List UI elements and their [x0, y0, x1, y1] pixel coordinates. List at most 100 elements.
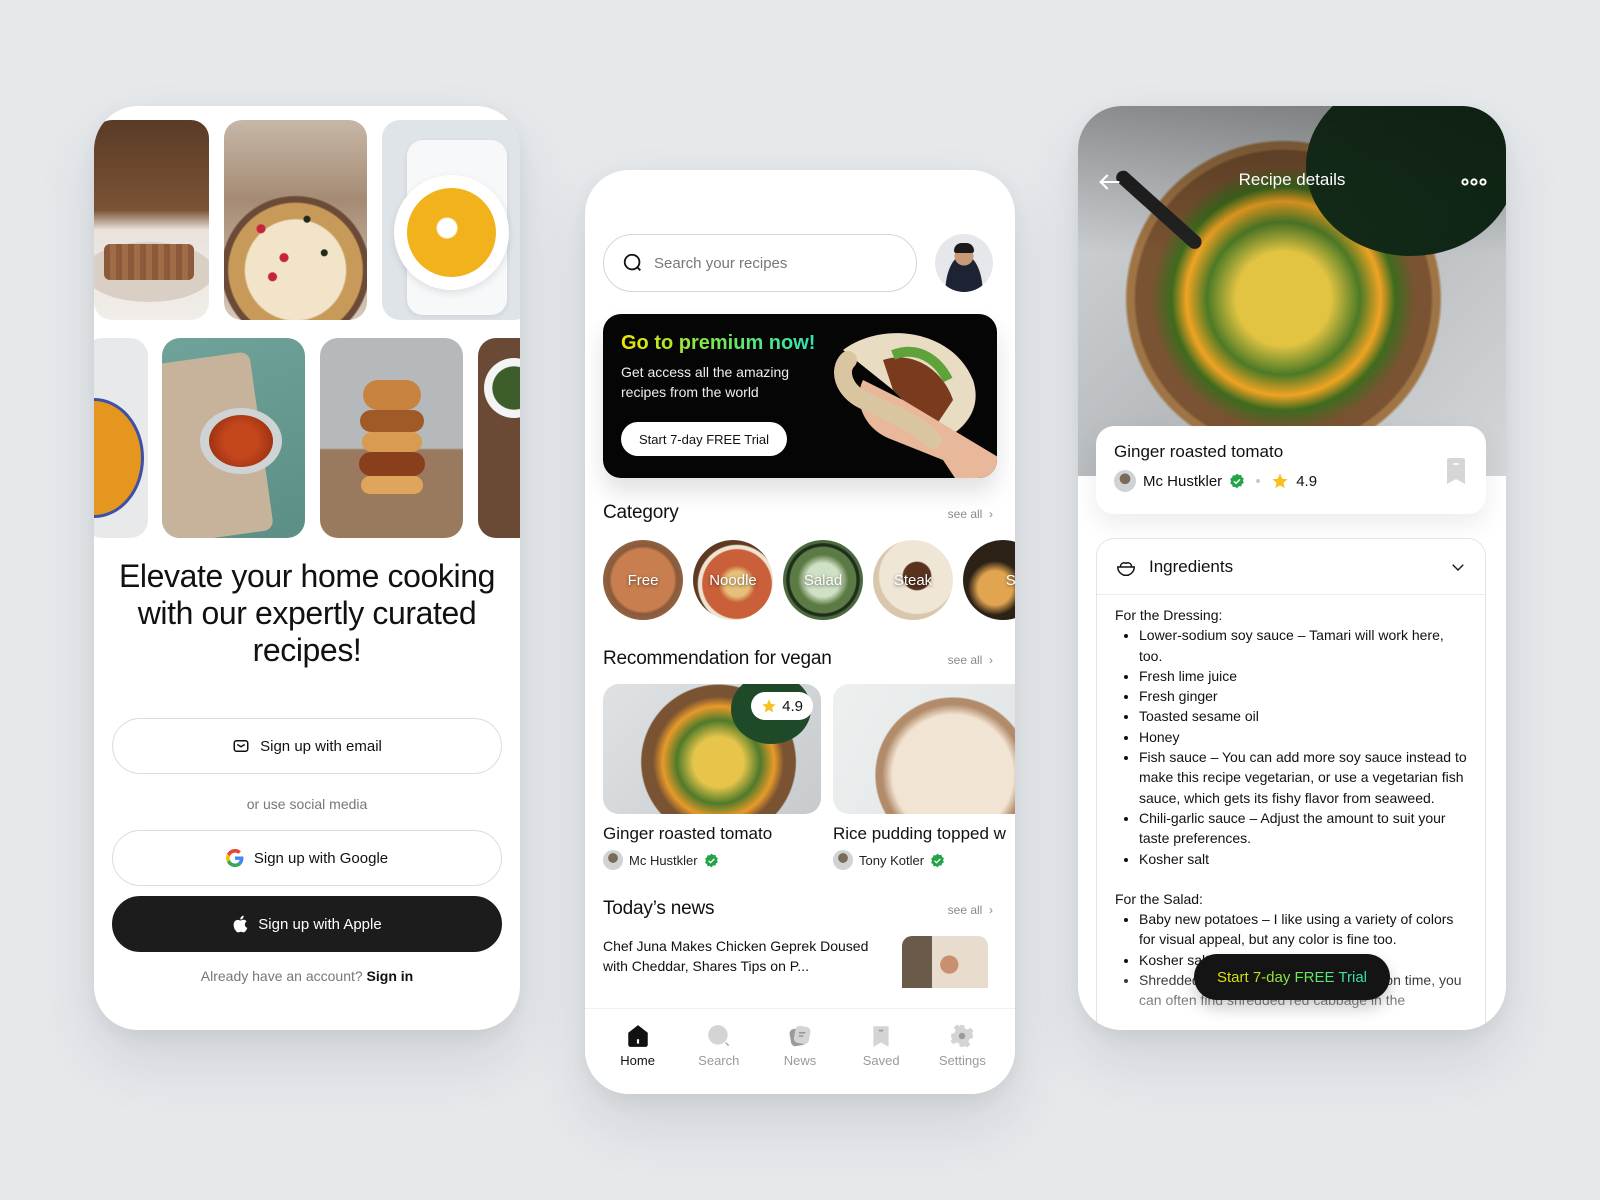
start-trial-floating-button[interactable]: Start 7-day FREE Trial: [1194, 954, 1390, 1000]
chevron-down-icon: [1452, 563, 1464, 571]
ingredient-item: Fresh lime juice: [1139, 666, 1467, 686]
recipe-card[interactable]: Rice pudding topped w Tony Kotler: [833, 684, 1015, 870]
search-icon: [623, 253, 641, 271]
ingredient-item: Fresh ginger: [1139, 686, 1467, 706]
salad-title: For the Salad:: [1115, 890, 1203, 907]
tab-settings[interactable]: Settings: [926, 1009, 998, 1094]
search-bar[interactable]: [603, 234, 917, 292]
recommendation-see-all[interactable]: see all ›: [948, 653, 993, 667]
news-icon: [789, 1025, 811, 1047]
search-input[interactable]: [654, 254, 874, 272]
tab-news[interactable]: News: [764, 1009, 836, 1094]
ingredient-item: Lower-sodium soy sauce – Tamari will wor…: [1139, 625, 1467, 666]
verified-icon: [1230, 473, 1244, 489]
nav-title: Recipe details: [1238, 170, 1346, 189]
ingredient-item: Toasted sesame oil: [1139, 706, 1467, 726]
recipe-details-screen: Recipe details Ginger roasted tomato Mc …: [1078, 106, 1506, 1030]
start-trial-button[interactable]: Start 7-day FREE Trial: [621, 422, 788, 456]
recipe-image: 4.9: [603, 684, 821, 814]
search-icon: [707, 1025, 730, 1047]
dressing-list: Lower-sodium soy sauce – Tamari will wor…: [1115, 625, 1467, 869]
signup-google-button[interactable]: Sign up with Google: [112, 830, 502, 886]
category-item[interactable]: Steak: [873, 540, 953, 620]
ingredient-item: Baby new potatoes – I like using a varie…: [1139, 909, 1467, 950]
promo-subtitle: Get access all the amazing recipes from …: [621, 364, 790, 400]
apple-icon: [233, 915, 248, 933]
gallery-image-waffles: [94, 120, 209, 320]
category-item[interactable]: Ste: [963, 540, 1015, 620]
gallery-image-salad: [478, 338, 520, 538]
verified-icon: [704, 853, 718, 867]
recommendation-title: Recommendation for vegan: [603, 648, 832, 669]
account-prompt: Already have an account?: [200, 968, 363, 984]
tab-saved[interactable]: Saved: [845, 1009, 917, 1094]
gallery-image-burger: [320, 338, 463, 538]
category-item[interactable]: Salad: [783, 540, 863, 620]
ingredient-item: Fish sauce – You can add more soy sauce …: [1139, 747, 1467, 808]
ingredients-label: Ingredients: [1149, 556, 1234, 576]
news-thumbnail[interactable]: [902, 936, 988, 988]
taco-image: [834, 333, 997, 478]
recipe-author: Mc Hustkler: [603, 850, 821, 870]
category-title: Category: [603, 502, 679, 523]
author-avatar: [603, 850, 623, 870]
ingredients-header[interactable]: Ingredients: [1097, 539, 1485, 595]
home-screen: Go to premium now! Get access all the am…: [585, 170, 1015, 1094]
author-name[interactable]: Mc Hustkler: [1143, 473, 1222, 490]
recipe-meta: Mc Hustkler 4.9: [1114, 470, 1468, 492]
rating-value: 4.9: [1296, 472, 1318, 490]
recipe-title: Ginger roasted tomato: [603, 824, 773, 843]
signup-apple-button[interactable]: Sign up with Apple: [112, 896, 502, 952]
gear-icon: [950, 1024, 974, 1048]
ingredient-item: Honey: [1139, 727, 1467, 747]
profile-avatar[interactable]: [935, 234, 993, 292]
category-see-all[interactable]: see all ›: [948, 507, 993, 521]
bottom-tab-bar: Home Search News Saved Settings: [585, 1008, 1015, 1094]
gallery-image-minestrone: [162, 338, 305, 538]
verified-icon: [931, 853, 944, 867]
google-icon: [225, 849, 244, 867]
signin-link[interactable]: Sign in: [367, 968, 414, 984]
tab-search[interactable]: Search: [683, 1009, 755, 1094]
star-icon: [1272, 473, 1288, 489]
category-list: Free Noodle Salad Steak Ste: [603, 540, 1015, 620]
author-avatar: [1114, 470, 1136, 492]
news-see-all[interactable]: see all ›: [948, 903, 993, 917]
recipe-card[interactable]: 4.9 Ginger roasted tomato Mc Hustkler: [603, 684, 821, 870]
recipe-title: Ginger roasted tomato: [1114, 442, 1284, 461]
mail-icon: [233, 740, 249, 752]
promo-title: Go to premium now!: [621, 332, 816, 354]
news-headline[interactable]: Chef Juna Makes Chicken Geprek Doused wi…: [603, 936, 873, 976]
premium-banner: Go to premium now! Get access all the am…: [603, 314, 997, 478]
gallery-image-pumpkin-soup: [382, 120, 520, 320]
recipe-author: Tony Kotler: [833, 850, 1015, 870]
bookmark-icon: [873, 1026, 889, 1047]
signup-apple-label: Sign up with Apple: [258, 915, 382, 933]
more-options-icon[interactable]: [1460, 172, 1488, 192]
ingredient-item: Kosher salt: [1139, 849, 1467, 869]
home-icon: [627, 1025, 648, 1047]
onboarding-headline: Elevate your home cooking with our exper…: [118, 558, 495, 668]
author-avatar: [833, 850, 853, 870]
recommendation-list: 4.9 Ginger roasted tomato Mc Hustkler Ri…: [603, 684, 1015, 870]
bowl-icon: [1117, 561, 1135, 576]
tab-home[interactable]: Home: [602, 1009, 674, 1094]
bookmark-icon[interactable]: [1446, 458, 1466, 484]
signup-email-label: Sign up with email: [260, 737, 382, 755]
recipe-title: Rice pudding topped w: [833, 824, 1006, 843]
category-item[interactable]: Noodle: [693, 540, 773, 620]
separator-dot: [1256, 479, 1261, 483]
gallery-image-pizza: [224, 120, 367, 320]
signup-email-button[interactable]: Sign up with email: [112, 718, 502, 774]
signin-row: Already have an account? Sign in: [94, 968, 520, 984]
dressing-title: For the Dressing:: [1115, 607, 1223, 623]
rating-badge: 4.9: [751, 692, 813, 720]
gallery-image-carrot-soup: [94, 338, 148, 538]
category-item[interactable]: Free: [603, 540, 683, 620]
star-icon: [762, 699, 776, 713]
recipe-image: [833, 684, 1015, 814]
recipe-hero-image: [1078, 106, 1506, 476]
ingredient-item: Chili-garlic sauce – Adjust the amount t…: [1139, 808, 1467, 849]
signup-google-label: Sign up with Google: [253, 849, 389, 867]
recipe-info-card: Ginger roasted tomato Mc Hustkler 4.9: [1096, 426, 1486, 514]
